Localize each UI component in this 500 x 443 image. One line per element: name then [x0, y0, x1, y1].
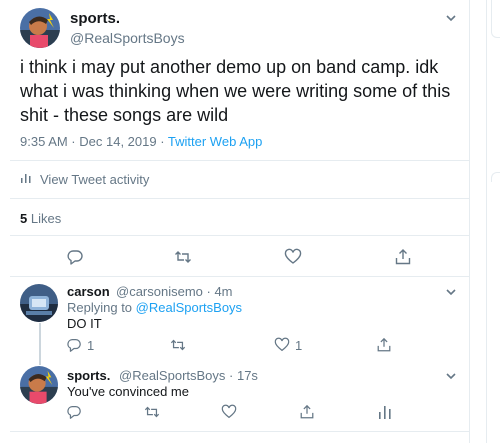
divider [10, 276, 470, 277]
reply-text: You've convinced me [67, 384, 189, 399]
divider [10, 235, 470, 236]
retweet-icon[interactable] [144, 404, 160, 420]
share-icon[interactable] [299, 404, 315, 420]
tweet-detail: sports. @RealSportsBoys i think i may pu… [0, 0, 470, 443]
divider [10, 198, 470, 199]
reply-author-name[interactable]: carson [67, 284, 110, 299]
reply-icon[interactable] [66, 404, 82, 420]
view-activity-link[interactable]: View Tweet activity [20, 172, 149, 187]
like-icon[interactable] [221, 404, 237, 420]
analytics-icon[interactable] [377, 404, 393, 420]
chevron-down-icon[interactable] [444, 285, 458, 299]
retweet-icon[interactable] [170, 337, 186, 353]
share-icon[interactable] [394, 248, 412, 266]
author-name[interactable]: sports. [70, 10, 120, 27]
chevron-down-icon[interactable] [444, 11, 458, 25]
likes-label: Likes [27, 211, 62, 226]
analytics-icon [20, 172, 32, 187]
author-handle[interactable]: @RealSportsBoys [70, 30, 185, 46]
tweet-meta: 9:35 AM · Dec 14, 2019 · Twitter Web App [20, 134, 262, 149]
reply-author-handle[interactable]: @carsonisemo · 4m [116, 284, 233, 299]
reply-count: 1 [87, 338, 95, 353]
like-count: 1 [295, 338, 303, 353]
thread-connector [39, 323, 41, 365]
likes-count-link[interactable]: 5 Likes [20, 211, 61, 226]
replying-to: Replying to @RealSportsBoys [67, 300, 242, 315]
retweet-icon[interactable] [174, 248, 192, 266]
share-icon[interactable] [376, 337, 392, 353]
avatar[interactable] [20, 366, 58, 404]
tweet-text: i think i may put another demo up on ban… [20, 57, 451, 125]
reply-text: DO IT [67, 316, 102, 331]
replying-to-handle[interactable]: @RealSportsBoys [136, 300, 242, 315]
panel-corner [491, 172, 500, 182]
reply-author-handle[interactable]: @RealSportsBoys · 17s [119, 368, 258, 383]
chevron-down-icon[interactable] [444, 369, 458, 383]
avatar[interactable] [20, 8, 60, 48]
replying-prefix: Replying to [67, 300, 136, 315]
source-app-link[interactable]: Twitter Web App [168, 134, 262, 149]
like-icon[interactable] [274, 337, 290, 353]
reply-icon[interactable] [66, 337, 82, 353]
tweet-timestamp[interactable]: 9:35 AM · Dec 14, 2019 · [20, 134, 168, 149]
view-activity-label: View Tweet activity [40, 172, 150, 187]
right-panel-edge [486, 0, 500, 443]
panel-corner [491, 0, 500, 38]
like-icon[interactable] [284, 248, 302, 266]
divider [10, 160, 470, 161]
reply-icon[interactable] [66, 248, 84, 266]
divider [10, 431, 470, 432]
reply-author-name[interactable]: sports. [67, 368, 110, 383]
avatar[interactable] [20, 284, 58, 322]
